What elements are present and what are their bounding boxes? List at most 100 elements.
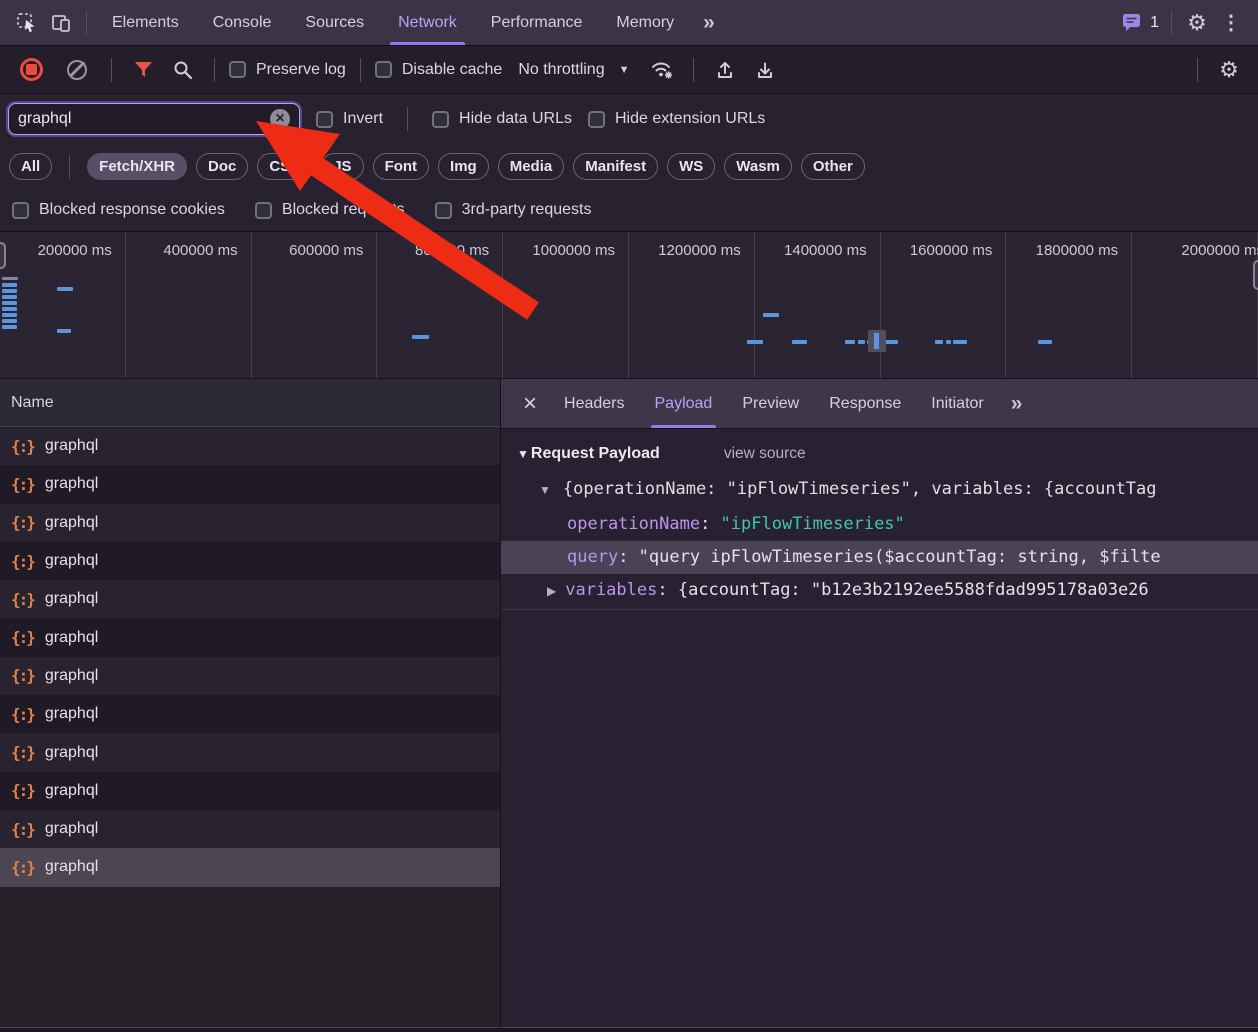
filter-icon[interactable]	[126, 53, 160, 87]
overview-right-handle[interactable]	[1253, 260, 1258, 290]
chip-wasm[interactable]: Wasm	[724, 153, 792, 180]
request-row[interactable]: {:}graphql	[0, 657, 500, 695]
request-row[interactable]: {:}graphql	[0, 618, 500, 656]
checkbox-box[interactable]	[12, 202, 29, 219]
request-row[interactable]: {:}graphql	[0, 695, 500, 733]
payload-colon: :	[700, 514, 720, 534]
divider	[1197, 58, 1198, 82]
chip-doc[interactable]: Doc	[196, 153, 248, 180]
blocked-response-cookies-checkbox[interactable]: Blocked response cookies	[12, 201, 225, 219]
throttling-select[interactable]: No throttling ▼	[518, 61, 629, 79]
checkbox-box[interactable]	[435, 202, 452, 219]
close-detail-icon[interactable]: ×	[511, 380, 549, 428]
name-column-header[interactable]: Name	[0, 379, 500, 427]
issues-button[interactable]: 1	[1122, 13, 1159, 32]
view-source-link[interactable]: view source	[724, 445, 806, 463]
request-row[interactable]: {:}graphql	[0, 542, 500, 580]
divider	[693, 58, 694, 82]
record-network-log-button[interactable]	[20, 58, 43, 81]
chip-css[interactable]: CSS	[257, 153, 312, 180]
blocked-requests-checkbox[interactable]: Blocked requests	[255, 201, 405, 219]
json-braces-icon: {:}	[11, 552, 34, 571]
expand-triangle-icon[interactable]: ▼	[539, 483, 551, 497]
payload-entry-operationname[interactable]: operationName: "ipFlowTimeseries"	[501, 508, 1258, 541]
detail-tab-response[interactable]: Response	[814, 379, 916, 428]
filter-input[interactable]: graphql ×	[8, 103, 300, 135]
payload-entry-variables[interactable]: ▶variables: {accountTag: "b12e3b2192ee55…	[501, 574, 1258, 607]
more-panels-icon[interactable]: »	[691, 11, 727, 35]
checkbox-box[interactable]	[432, 111, 449, 128]
request-row[interactable]: {:}graphql	[0, 733, 500, 771]
request-name: graphql	[45, 820, 98, 838]
request-timing-bar	[946, 340, 951, 344]
request-row[interactable]: {:}graphql	[0, 772, 500, 810]
device-toolbar-icon[interactable]	[44, 6, 78, 40]
tab-elements[interactable]: Elements	[95, 0, 196, 45]
request-row[interactable]: {:}graphql	[0, 848, 500, 886]
detail-tab-payload[interactable]: Payload	[640, 379, 728, 428]
request-timing-bar	[747, 340, 763, 344]
checkbox-box[interactable]	[255, 202, 272, 219]
tab-memory[interactable]: Memory	[599, 0, 691, 45]
collapse-triangle-icon[interactable]: ▼	[517, 447, 529, 461]
hide-data-urls-checkbox[interactable]: Hide data URLs	[432, 110, 572, 128]
checkbox-box[interactable]	[375, 61, 392, 78]
expand-triangle-icon[interactable]: ▶	[547, 584, 556, 598]
checkbox-box[interactable]	[229, 61, 246, 78]
request-row[interactable]: {:}graphql	[0, 504, 500, 542]
request-timing-bar	[57, 287, 73, 291]
detail-tab-headers[interactable]: Headers	[549, 379, 639, 428]
tab-sources[interactable]: Sources	[288, 0, 381, 45]
chip-ws[interactable]: WS	[667, 153, 715, 180]
payload-entry-query[interactable]: query: "query ipFlowTimeseries($accountT…	[501, 541, 1258, 574]
network-conditions-icon[interactable]	[645, 53, 679, 87]
request-row[interactable]: {:}graphql	[0, 580, 500, 618]
detail-tab-initiator[interactable]: Initiator	[916, 379, 998, 428]
extra-filters-row: Blocked response cookies Blocked requests…	[0, 189, 1258, 232]
throttling-value: No throttling	[518, 61, 604, 79]
detail-tab-preview[interactable]: Preview	[727, 379, 814, 428]
tab-network[interactable]: Network	[381, 0, 474, 45]
settings-gear-icon[interactable]: ⚙	[1180, 6, 1214, 40]
chip-manifest[interactable]: Manifest	[573, 153, 658, 180]
checkbox-box[interactable]	[588, 111, 605, 128]
payload-colon: :	[618, 547, 638, 567]
request-row[interactable]: {:}graphql	[0, 427, 500, 465]
more-detail-tabs-icon[interactable]: »	[999, 392, 1035, 416]
tab-console[interactable]: Console	[196, 0, 289, 45]
hide-extension-urls-checkbox[interactable]: Hide extension URLs	[588, 110, 765, 128]
chip-fetch-xhr[interactable]: Fetch/XHR	[87, 153, 187, 180]
request-timing-bar	[792, 340, 807, 344]
selected-request-marker-bar	[874, 333, 879, 349]
tab-performance[interactable]: Performance	[474, 0, 600, 45]
export-har-icon[interactable]	[748, 53, 782, 87]
disable-cache-checkbox[interactable]: Disable cache	[375, 61, 503, 79]
overview-left-handle[interactable]	[0, 242, 6, 269]
import-har-icon[interactable]	[708, 53, 742, 87]
request-row[interactable]: {:}graphql	[0, 810, 500, 848]
search-icon[interactable]	[166, 53, 200, 87]
preserve-log-checkbox[interactable]: Preserve log	[229, 61, 346, 79]
network-overview-timeline[interactable]: 200000 ms400000 ms600000 ms800000 ms1000…	[0, 232, 1258, 379]
payload-preview-line[interactable]: ▼{operationName: "ipFlowTimeseries", var…	[501, 473, 1258, 508]
request-row[interactable]: {:}graphql	[0, 465, 500, 503]
chip-other[interactable]: Other	[801, 153, 865, 180]
chip-media[interactable]: Media	[498, 153, 565, 180]
clear-network-log-button[interactable]	[67, 60, 87, 80]
chip-js[interactable]: JS	[321, 153, 363, 180]
invert-checkbox[interactable]: Invert	[316, 110, 383, 128]
chip-img[interactable]: Img	[438, 153, 489, 180]
3rd-party-requests-checkbox[interactable]: 3rd-party requests	[435, 201, 592, 219]
clear-filter-icon[interactable]: ×	[270, 109, 290, 129]
inspect-element-icon[interactable]	[10, 6, 44, 40]
payload-tree: operationName: "ipFlowTimeseries"query: …	[501, 508, 1258, 607]
chip-font[interactable]: Font	[373, 153, 429, 180]
disable-cache-label: Disable cache	[402, 61, 503, 79]
menu-kebab-icon[interactable]: ⋮	[1214, 6, 1248, 40]
checkbox-label: 3rd-party requests	[462, 201, 592, 219]
network-settings-gear-icon[interactable]: ⚙	[1212, 53, 1246, 87]
devtools-window: ElementsConsoleSourcesNetworkPerformance…	[0, 0, 1258, 1032]
chip-all[interactable]: All	[9, 153, 52, 180]
checkbox-box[interactable]	[316, 111, 333, 128]
timeline-tick-label: 600000 ms	[289, 242, 376, 259]
